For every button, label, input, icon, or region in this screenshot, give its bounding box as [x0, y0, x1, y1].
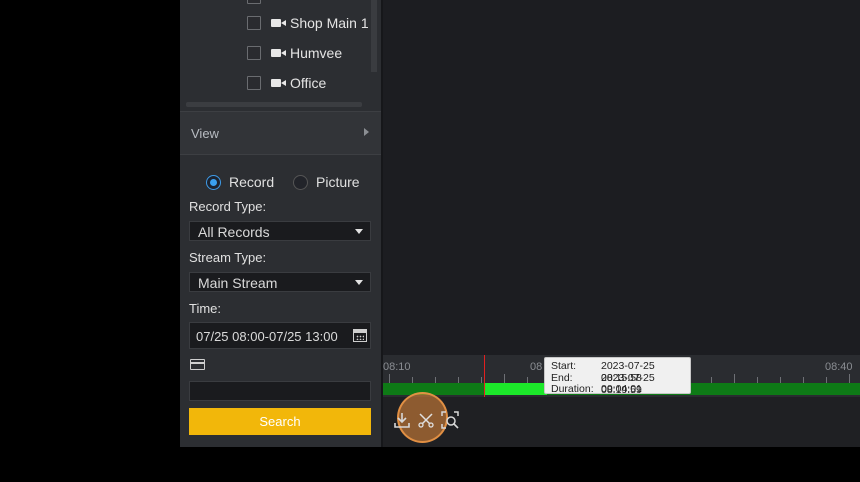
- search-button[interactable]: Search: [189, 408, 371, 435]
- timeline-tick: [504, 374, 505, 383]
- timeline-tick: [780, 377, 781, 383]
- stream-type-label: Stream Type:: [189, 250, 267, 265]
- camera-icon: [271, 78, 287, 88]
- chevron-down-icon: [355, 280, 363, 285]
- calendar-icon[interactable]: [353, 329, 367, 342]
- timeline-tick: [412, 377, 413, 383]
- camera-icon: [271, 48, 287, 58]
- playback-toolbar: [383, 392, 860, 447]
- card-number-input[interactable]: [189, 381, 371, 401]
- playback-window: Shop Main 1 Humvee Office View Record Pi…: [180, 0, 860, 447]
- tree-item-label: Shop Main 1: [290, 15, 369, 31]
- time-range-input[interactable]: 07/25 08:00-07/25 13:00: [189, 322, 371, 349]
- checkbox[interactable]: [247, 76, 261, 90]
- video-playback-area[interactable]: [383, 0, 860, 355]
- timeline-tick-label: 08:10: [383, 361, 411, 373]
- record-type-value: All Records: [198, 224, 270, 240]
- stream-type-select[interactable]: Main Stream: [189, 272, 371, 292]
- clip-scissors-icon[interactable]: [417, 411, 435, 429]
- timeline-tick: [826, 377, 827, 383]
- timeline-tick: [435, 377, 436, 383]
- divider: [180, 154, 381, 155]
- timeline-tick: [458, 377, 459, 383]
- timeline-tick: [803, 377, 804, 383]
- tree-item-partial[interactable]: [247, 0, 261, 8]
- timeline-tick: [711, 377, 712, 383]
- timeline-tick: [757, 377, 758, 383]
- picture-radio[interactable]: [293, 175, 308, 190]
- timeline-tick: [527, 377, 528, 383]
- card-icon: [190, 359, 205, 370]
- timeline-tick: [849, 374, 850, 383]
- record-radio[interactable]: [206, 175, 221, 190]
- checkbox[interactable]: [247, 46, 261, 60]
- tree-item-humvee[interactable]: Humvee: [247, 42, 342, 64]
- record-segment-highlight[interactable]: [485, 383, 547, 395]
- record-type-select[interactable]: All Records: [189, 221, 371, 241]
- tree-vertical-scrollbar[interactable]: [371, 0, 377, 72]
- tooltip-duration-key: Duration:: [551, 383, 594, 395]
- download-icon[interactable]: [393, 411, 411, 429]
- timeline-tick: [734, 374, 735, 383]
- smart-search-icon[interactable]: [440, 410, 460, 430]
- tree-item-shop-main-1[interactable]: Shop Main 1: [247, 12, 369, 34]
- checkbox[interactable]: [247, 0, 261, 4]
- timeline-tick-label: 08: [530, 361, 543, 373]
- left-panel: Shop Main 1 Humvee Office View Record Pi…: [180, 0, 381, 447]
- record-radio-label: Record: [229, 174, 275, 190]
- stream-type-value: Main Stream: [198, 275, 278, 291]
- chevron-down-icon: [355, 229, 363, 234]
- tooltip-duration-value: 00:04:01: [601, 383, 642, 395]
- tree-item-label: Office: [290, 75, 327, 91]
- timeline-tooltip: Start: 2023-07-25 08:15:58 End: 2023-07-…: [544, 357, 691, 396]
- timeline-tick: [481, 377, 482, 383]
- timeline-tick-label: 08:40: [825, 361, 853, 373]
- tree-horizontal-scrollbar[interactable]: [186, 102, 362, 107]
- timeline-tick: [389, 374, 390, 383]
- picture-radio-label: Picture: [316, 174, 360, 190]
- tooltip-start-key: Start:: [551, 360, 577, 372]
- tree-item-label: Humvee: [290, 45, 343, 61]
- timeline-cursor[interactable]: [484, 355, 485, 397]
- view-label: View: [191, 126, 219, 141]
- chevron-right-icon: [364, 128, 369, 136]
- view-section-header[interactable]: View: [180, 112, 381, 154]
- checkbox[interactable]: [247, 16, 261, 30]
- camera-icon: [271, 18, 287, 28]
- tree-item-office[interactable]: Office: [247, 72, 326, 94]
- record-type-label: Record Type:: [189, 199, 267, 214]
- time-range-value: 07/25 08:00-07/25 13:00: [196, 329, 338, 344]
- time-label: Time:: [189, 301, 222, 316]
